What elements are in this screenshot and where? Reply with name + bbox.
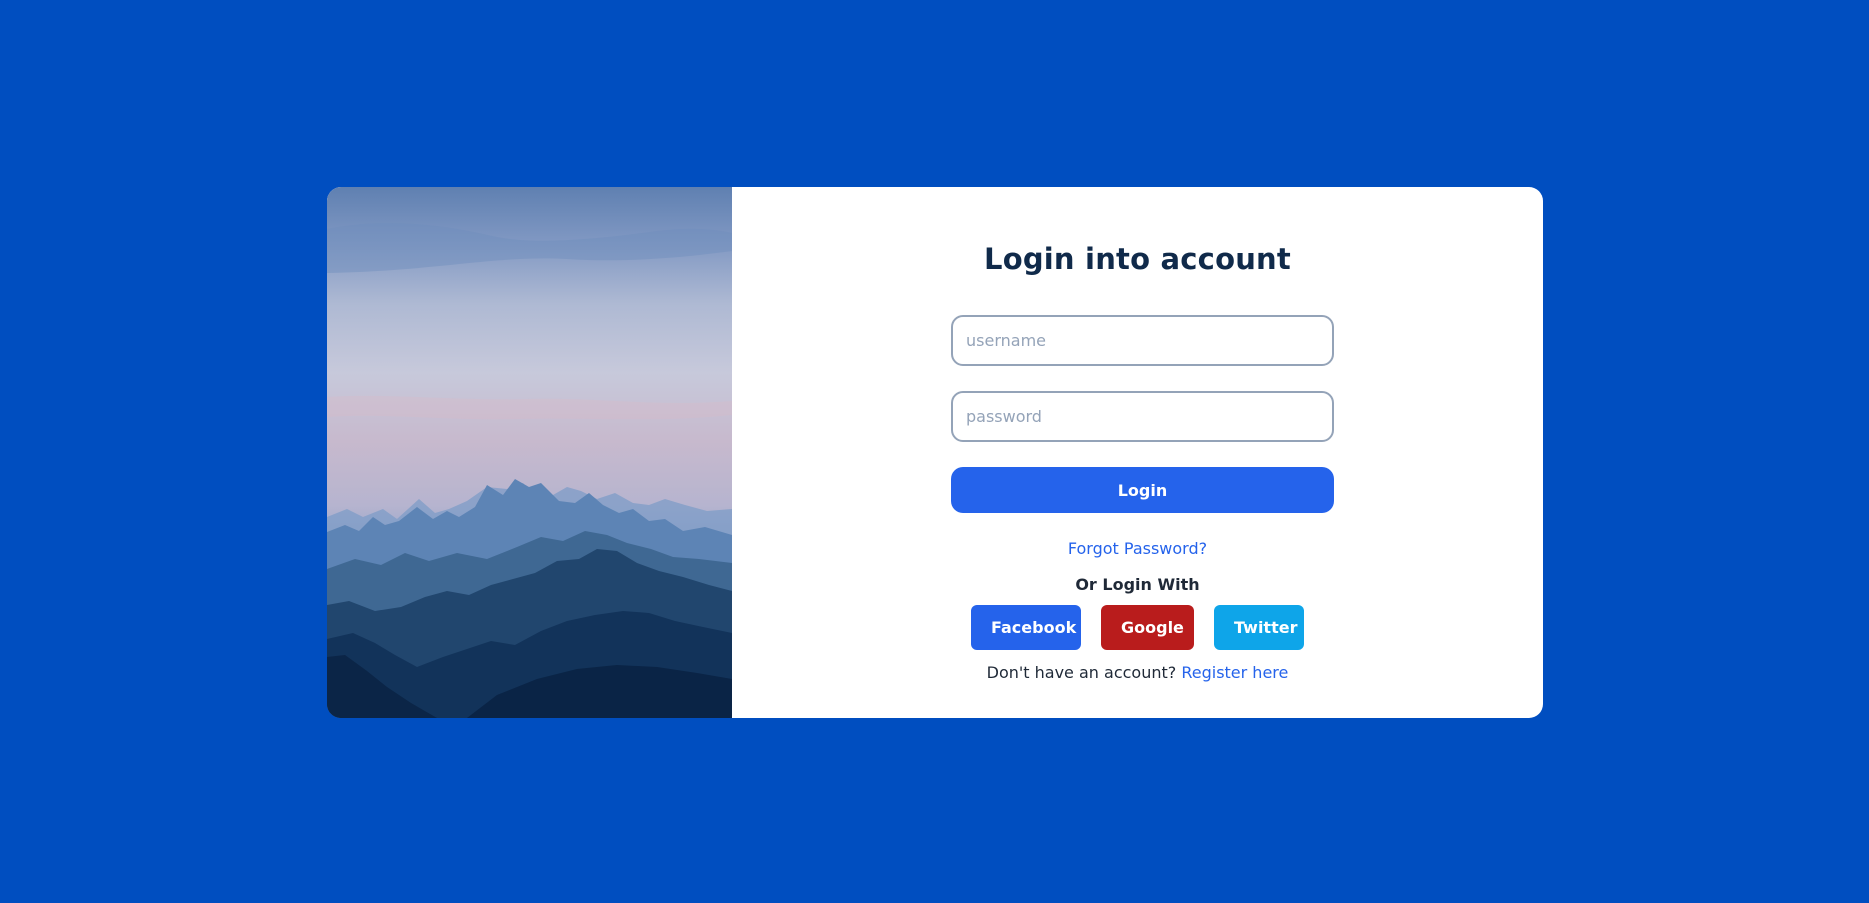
login-card: Login into account Login Forgot Password… — [327, 187, 1543, 718]
social-login-group: Facebook Google Twitter — [732, 605, 1543, 650]
username-input[interactable] — [951, 315, 1334, 366]
login-button[interactable]: Login — [951, 467, 1334, 513]
mountain-silhouette-graphic — [327, 223, 732, 718]
twitter-login-button[interactable]: Twitter — [1214, 605, 1304, 650]
login-form: Login into account Login Forgot Password… — [732, 187, 1543, 718]
page-title: Login into account — [984, 242, 1291, 276]
password-input[interactable] — [951, 391, 1334, 442]
forgot-password-container: Forgot Password? — [732, 539, 1543, 558]
register-link[interactable]: Register here — [1181, 663, 1288, 682]
or-login-with-label: Or Login With — [1075, 575, 1200, 594]
facebook-login-button[interactable]: Facebook — [971, 605, 1081, 650]
google-login-button[interactable]: Google — [1101, 605, 1194, 650]
mountain-landscape-image — [327, 187, 732, 718]
register-prompt: Don't have an account? Register here — [732, 663, 1543, 682]
forgot-password-link[interactable]: Forgot Password? — [1068, 539, 1207, 558]
login-panel: Login into account Login Forgot Password… — [732, 187, 1543, 718]
register-prompt-text: Don't have an account? — [986, 663, 1177, 682]
